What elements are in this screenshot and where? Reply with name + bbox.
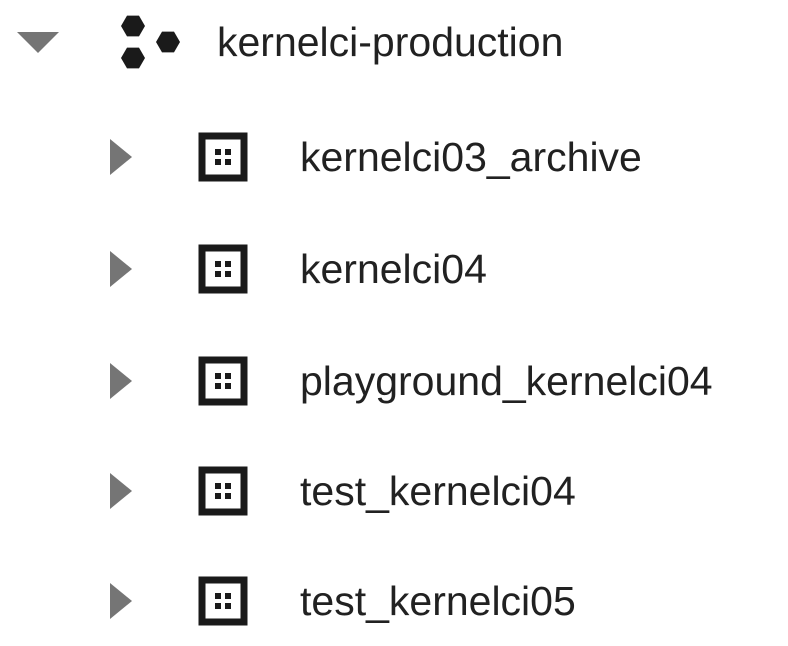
- tree-node-dataset[interactable]: kernelci04: [0, 224, 788, 314]
- tree-node-dataset[interactable]: kernelci03_archive: [0, 112, 788, 202]
- tree-node-dataset[interactable]: playground_kernelci04: [0, 336, 788, 426]
- dataset-icon: [198, 576, 248, 626]
- dataset-name[interactable]: test_kernelci04: [300, 467, 576, 515]
- dataset-icon: [198, 132, 248, 182]
- expand-arrow-right-icon[interactable]: [90, 112, 150, 202]
- tree-node-dataset[interactable]: test_kernelci04: [0, 446, 788, 536]
- expand-arrow-right-icon[interactable]: [90, 556, 150, 646]
- dataset-icon: [198, 466, 248, 516]
- project-name[interactable]: kernelci-production: [217, 18, 563, 66]
- dataset-name[interactable]: kernelci04: [300, 245, 487, 293]
- expand-arrow-right-icon[interactable]: [90, 224, 150, 314]
- expand-arrow-right-icon[interactable]: [90, 336, 150, 426]
- resource-tree: kernelci-production kernelci03_archive k…: [0, 0, 788, 627]
- dataset-icon: [198, 244, 248, 294]
- tree-node-dataset[interactable]: test_kernelci05: [0, 556, 788, 646]
- expand-arrow-right-icon[interactable]: [90, 446, 150, 536]
- collapse-arrow-down-icon[interactable]: [8, 0, 68, 84]
- project-hexagons-icon: [112, 6, 184, 78]
- dataset-name[interactable]: playground_kernelci04: [300, 357, 713, 405]
- dataset-name[interactable]: test_kernelci05: [300, 577, 576, 625]
- tree-node-project[interactable]: kernelci-production: [0, 0, 788, 90]
- dataset-name[interactable]: kernelci03_archive: [300, 133, 642, 181]
- dataset-icon: [198, 356, 248, 406]
